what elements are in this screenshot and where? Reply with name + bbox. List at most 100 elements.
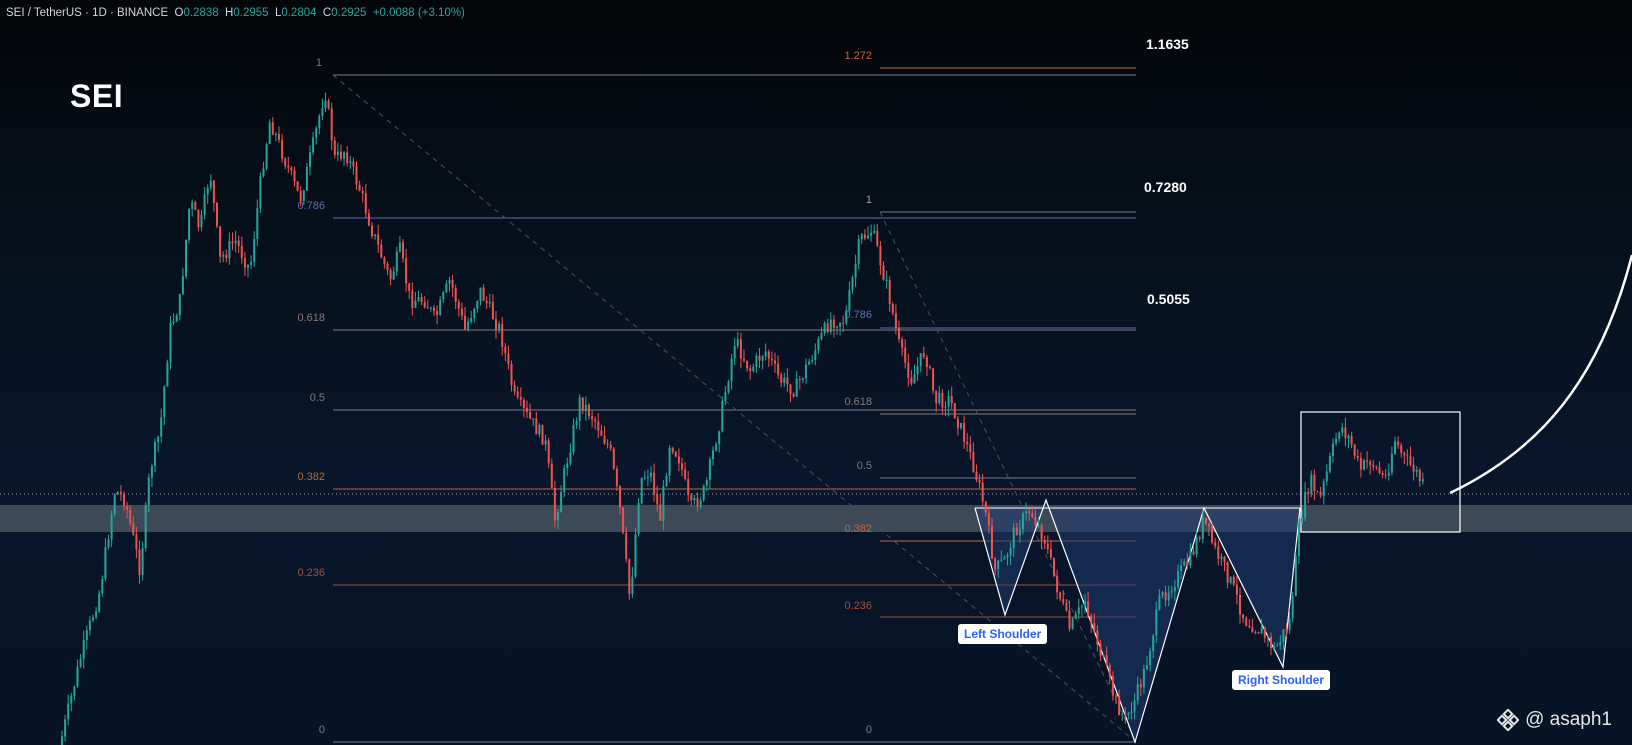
candle-body-433 — [1403, 452, 1406, 456]
candle-body-318 — [1046, 543, 1049, 550]
candle-body-264 — [879, 246, 882, 266]
candle-body-258 — [860, 234, 863, 240]
target-price-1: 1.1635 — [1146, 36, 1189, 52]
candle-body-206 — [699, 500, 702, 507]
candle-body-213 — [721, 400, 724, 432]
candle-body-373 — [1217, 546, 1220, 559]
candle-body-336 — [1102, 655, 1105, 657]
target-price-3: 0.5055 — [1147, 291, 1190, 307]
candle-body-81 — [312, 137, 315, 153]
candle-body-231 — [777, 363, 780, 375]
candle-body-320 — [1053, 557, 1055, 576]
close-value: 0.2925 — [331, 7, 367, 19]
candle-body-39 — [181, 276, 184, 294]
candle-body-71 — [281, 139, 284, 159]
candle-body-239 — [801, 378, 804, 380]
candle-body-126 — [451, 279, 454, 289]
fib2-label-1: 1 — [866, 194, 872, 206]
candle-body-297 — [981, 482, 984, 502]
candle-body-413 — [1341, 427, 1344, 433]
inverse-head-shoulders-pattern[interactable] — [974, 498, 1301, 744]
candle-body-171 — [591, 416, 594, 420]
candle-body-422 — [1369, 461, 1372, 465]
candle-body-80 — [309, 152, 311, 167]
symbol-header: SEI / TetherUS · 1D · BINANCE O0.2838 H0… — [6, 7, 465, 19]
candle-body-395 — [1285, 629, 1288, 631]
candle-body-283 — [938, 392, 941, 404]
candle-body-370 — [1208, 523, 1210, 527]
candle-body-246 — [823, 323, 826, 334]
candle-body-94 — [352, 161, 355, 167]
chart-area[interactable]: 1 0.786 0.618 0.5 0.382 0.236 0 1.272 1 … — [0, 0, 1632, 745]
candle-body-360 — [1177, 571, 1179, 588]
candle-body-186 — [637, 503, 640, 535]
candle-body-260 — [867, 235, 869, 239]
candle-body-305 — [1006, 555, 1009, 558]
right-shoulder-label[interactable]: Right Shoulder — [1232, 670, 1330, 690]
candle-body-54 — [228, 241, 231, 259]
candle-body-410 — [1332, 443, 1334, 457]
candle-body-281 — [932, 368, 935, 391]
candle-body-396 — [1288, 618, 1291, 630]
candle-body-8 — [85, 630, 88, 640]
candle-body-9 — [88, 620, 91, 631]
candle-body-143 — [504, 346, 507, 354]
candle-body-58 — [240, 246, 243, 259]
left-shoulder-label[interactable]: Left Shoulder — [958, 624, 1048, 644]
candle-body-130 — [464, 315, 466, 330]
candle-body-251 — [839, 322, 842, 327]
candle-body-169 — [584, 404, 587, 411]
candle-body-132 — [470, 317, 473, 322]
support-zone — [0, 505, 1632, 532]
candle-body-276 — [916, 366, 919, 375]
candle-body-121 — [436, 310, 439, 315]
candle-body-325 — [1068, 610, 1071, 629]
candle-body-388 — [1263, 627, 1266, 638]
candle-body-123 — [442, 292, 445, 300]
candle-body-303 — [1000, 559, 1003, 561]
candle-body-426 — [1381, 473, 1384, 475]
candle-body-187 — [640, 478, 643, 504]
candle-body-333 — [1093, 623, 1096, 631]
candle-body-128 — [457, 301, 460, 309]
candle-body-17 — [113, 494, 116, 515]
candle-body-224 — [755, 355, 758, 367]
candle-body-205 — [696, 498, 699, 507]
candle-body-296 — [978, 479, 981, 483]
candle-body-342 — [1121, 714, 1124, 716]
candle-body-18 — [116, 492, 119, 495]
candle-body-97 — [361, 190, 364, 194]
candle-body-144 — [507, 353, 510, 364]
candle-body-361 — [1180, 565, 1183, 572]
candle-body-233 — [783, 377, 786, 383]
candle-body-379 — [1235, 584, 1238, 595]
candle-body-204 — [693, 498, 696, 501]
candle-body-226 — [761, 356, 764, 361]
candle-body-269 — [894, 313, 897, 329]
candle-body-167 — [578, 397, 581, 421]
open-value: 0.2838 — [183, 7, 219, 19]
candle-body-337 — [1105, 655, 1108, 666]
candle-body-108 — [395, 251, 398, 272]
candle-body-393 — [1279, 642, 1282, 646]
candle-body-59 — [243, 258, 246, 268]
candle-body-397 — [1291, 596, 1294, 619]
candle-body-67 — [268, 122, 271, 145]
candle-body-266 — [885, 280, 888, 282]
candle-body-44 — [197, 210, 200, 228]
candle-body-192 — [656, 494, 659, 505]
candle-body-282 — [935, 390, 938, 404]
candle-body-104 — [383, 257, 386, 264]
candle-body-294 — [972, 452, 975, 472]
candle-body-141 — [498, 323, 501, 330]
candle-body-149 — [522, 399, 525, 408]
candle-body-194 — [662, 486, 665, 521]
candle-body-346 — [1133, 700, 1136, 712]
candle-body-314 — [1034, 517, 1037, 526]
candle-body-352 — [1152, 635, 1155, 652]
projection-curve[interactable] — [1449, 254, 1632, 495]
candle-body-53 — [225, 254, 228, 259]
candle-body-22 — [129, 509, 132, 524]
high-value: 0.2955 — [233, 7, 269, 19]
candle-body-309 — [1018, 529, 1021, 536]
